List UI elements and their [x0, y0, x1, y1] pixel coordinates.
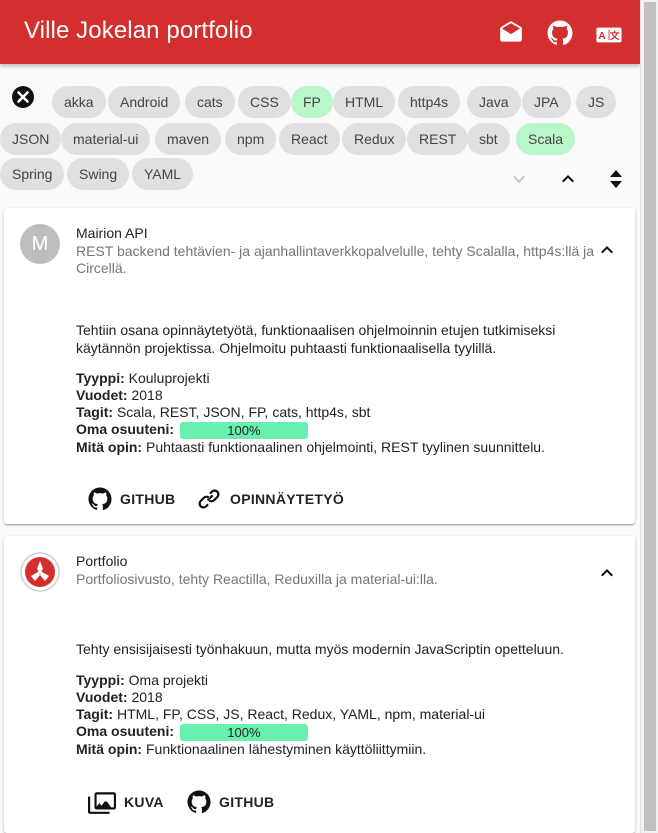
- learned-label: Mitä opin:: [76, 740, 143, 757]
- filter-chip-html[interactable]: HTML: [333, 86, 396, 118]
- github-button-label: GITHUB: [219, 794, 275, 810]
- filter-chip-sbt[interactable]: sbt: [467, 123, 510, 155]
- filter-chip-react[interactable]: React: [279, 123, 340, 155]
- github-icon: [187, 790, 211, 814]
- filter-chip-js[interactable]: JS: [576, 86, 617, 118]
- type-value: Oma projekti: [128, 672, 208, 688]
- thesis-link-label: OPINNÄYTETYÖ: [230, 491, 345, 507]
- project-card-mairion: M Mairion API REST backend tehtävien- ja…: [4, 208, 635, 524]
- filter-chip-swing[interactable]: Swing: [67, 158, 130, 190]
- filter-chip-jpa[interactable]: JPA: [522, 86, 571, 118]
- filter-chip-material-ui[interactable]: material-ui: [61, 123, 151, 155]
- learned-value: Funktionaalinen lähestyminen käyttöliitt…: [146, 740, 427, 757]
- chevron-down-icon[interactable]: [507, 167, 531, 191]
- unfold-icon[interactable]: [604, 167, 628, 191]
- page: Ville Jokelan portfolio A文 akka Android ca…: [0, 0, 658, 833]
- github-button[interactable]: GITHUB: [88, 481, 175, 517]
- svg-text:文: 文: [609, 30, 620, 42]
- project-meta: Tyyppi: Kouluprojekti Vuodet: 2018 Tagit…: [76, 370, 616, 456]
- project-title: Mairion API: [76, 225, 148, 241]
- filter-chip-json[interactable]: JSON: [0, 123, 62, 155]
- thesis-link-button[interactable]: OPINNÄYTETYÖ: [196, 481, 344, 517]
- tags-value: Scala, REST, JSON, FP, cats, http4s, sbt: [116, 404, 371, 420]
- tags-label: Tagit:: [76, 706, 114, 722]
- app-bar: Ville Jokelan portfolio A文: [0, 0, 640, 64]
- filter-chip-java[interactable]: Java: [467, 86, 521, 118]
- scrollbar[interactable]: [640, 0, 658, 833]
- tags-value: HTML, FP, CSS, JS, React, Redux, YAML, n…: [116, 706, 485, 722]
- type-label: Tyyppi:: [76, 370, 125, 386]
- filter-chip-http4s[interactable]: http4s: [398, 86, 461, 118]
- years-value: 2018: [131, 689, 163, 705]
- scrollbar-thumb[interactable]: [644, 2, 656, 831]
- project-meta: Tyyppi: Oma projekti Vuodet: 2018 Tagit:…: [76, 672, 616, 758]
- type-value: Kouluprojekti: [128, 370, 210, 386]
- collapse-chevron-icon[interactable]: [595, 238, 619, 262]
- app-title: Ville Jokelan portfolio: [24, 17, 253, 44]
- filter-chip-fp[interactable]: FP: [291, 86, 333, 118]
- share-label: Oma osuuteni:: [76, 723, 175, 739]
- svg-text:A: A: [598, 31, 606, 42]
- project-description: Tehty ensisijaisesti työnhakuun, mutta m…: [76, 641, 564, 657]
- filter-chip-spring[interactable]: Spring: [0, 158, 65, 190]
- filter-chip-rest[interactable]: REST: [407, 123, 469, 155]
- github-icon: [88, 487, 112, 511]
- project-card-portfolio: Portfolio Portfoliosivusto, tehty Reacti…: [4, 536, 635, 833]
- collapse-chevron-icon[interactable]: [595, 561, 619, 585]
- project-description: Tehtiin osana opinnäytetyötä, funktionaa…: [76, 322, 556, 356]
- learned-label: Mitä opin:: [76, 438, 143, 455]
- project-subtitle: Portfoliosivusto, tehty Reactilla, Redux…: [76, 571, 438, 587]
- link-icon: [198, 489, 220, 509]
- image-button[interactable]: KUVA: [88, 784, 164, 820]
- chevron-up-icon[interactable]: [556, 167, 580, 191]
- avatar: M: [20, 224, 60, 264]
- years-value: 2018: [131, 387, 163, 403]
- github-button-label: GITHUB: [120, 491, 176, 507]
- filter-chip-akka[interactable]: akka: [52, 86, 106, 118]
- project-title: Portfolio: [76, 553, 128, 569]
- portfolio-logo-icon: [20, 552, 60, 592]
- share-label: Oma osuuteni:: [76, 421, 175, 437]
- translate-icon[interactable]: A文: [596, 22, 622, 48]
- github-button[interactable]: GITHUB: [187, 784, 274, 820]
- clear-filters-icon[interactable]: [11, 85, 35, 109]
- type-label: Tyyppi:: [76, 672, 125, 688]
- filter-chip-redux[interactable]: Redux: [342, 123, 407, 155]
- github-icon[interactable]: [547, 20, 573, 46]
- mail-open-icon[interactable]: [498, 20, 524, 46]
- project-subtitle: REST backend tehtävien- ja ajanhallintav…: [76, 243, 595, 276]
- filter-chip-yaml[interactable]: YAML: [132, 158, 194, 190]
- share-progress-bar: 100%: [179, 723, 308, 741]
- photo-library-icon: [88, 792, 116, 814]
- filter-chip-npm[interactable]: npm: [225, 123, 277, 155]
- years-label: Vuodet:: [76, 387, 128, 403]
- share-progress-bar: 100%: [179, 421, 308, 439]
- tags-label: Tagit:: [76, 404, 114, 420]
- filter-chip-cats[interactable]: cats: [185, 86, 235, 118]
- learned-value: Puhtaasti funktionaalinen ohjelmointi, R…: [146, 438, 545, 455]
- years-label: Vuodet:: [76, 689, 128, 705]
- filter-chip-android[interactable]: Android: [108, 86, 181, 118]
- filter-chip-css[interactable]: CSS: [238, 86, 291, 118]
- filter-chip-maven[interactable]: maven: [155, 123, 222, 155]
- image-button-label: KUVA: [124, 794, 164, 810]
- filter-chip-scala[interactable]: Scala: [516, 123, 576, 155]
